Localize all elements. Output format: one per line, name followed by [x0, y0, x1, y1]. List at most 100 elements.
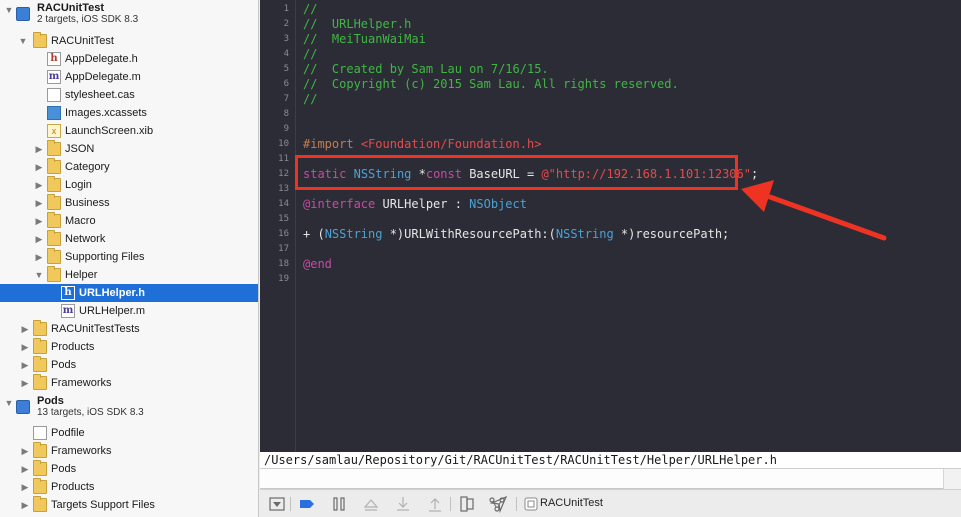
nav-file-appdelegate-h[interactable]: h AppDelegate.h — [0, 50, 258, 68]
code-comment-line: // — [303, 92, 318, 106]
folder-icon — [47, 194, 61, 210]
nav-item-label: URLHelper.m — [79, 305, 146, 317]
disclosure-closed-icon[interactable]: ▶ — [19, 442, 31, 460]
disclosure-closed-icon[interactable]: ▶ — [33, 248, 45, 266]
disclosure-closed-icon[interactable]: ▶ — [33, 194, 45, 212]
nav-file-launchscreen-xib[interactable]: x LaunchScreen.xib — [0, 122, 258, 140]
nav-group-json[interactable]: ▶ JSON — [0, 140, 258, 158]
folder-icon — [33, 496, 47, 512]
nav-item-label: Helper — [65, 269, 98, 281]
nav-file-images-xcassets[interactable]: Images.xcassets — [0, 104, 258, 122]
view-hierarchy-icon[interactable] — [458, 495, 476, 513]
disclosure-closed-icon[interactable]: ▶ — [19, 356, 31, 374]
toolbar-separator — [516, 497, 517, 511]
disclosure-open-icon[interactable]: ▼ — [3, 1, 15, 19]
disclosure-closed-icon[interactable]: ▶ — [19, 374, 31, 392]
disclosure-closed-icon[interactable]: ▶ — [33, 140, 45, 158]
breakpoints-toggle-icon[interactable] — [298, 495, 316, 513]
disclosure-closed-icon[interactable]: ▶ — [19, 478, 31, 496]
disclosure-closed-icon[interactable]: ▶ — [19, 320, 31, 338]
nav-item-label: Frameworks — [51, 377, 112, 389]
horizontal-scroll-area[interactable] — [260, 469, 961, 489]
nav-item-label: JSON — [65, 143, 95, 155]
disclosure-closed-icon[interactable]: ▶ — [19, 338, 31, 356]
step-out-icon[interactable] — [426, 495, 444, 513]
line-number: 13 — [278, 184, 289, 194]
nav-group-racunittest[interactable]: ▼ RACUnitTest — [0, 32, 258, 50]
folder-icon — [33, 442, 47, 458]
nav-file-podfile[interactable]: Podfile — [0, 424, 258, 442]
disclosure-closed-icon[interactable]: ▶ — [19, 496, 31, 514]
interface-builder-file-icon: x — [47, 124, 61, 138]
nav-group-pods[interactable]: ▶ Pods — [0, 356, 258, 374]
nav-file-appdelegate-m[interactable]: m AppDelegate.m — [0, 68, 258, 86]
folder-icon — [47, 212, 61, 228]
nav-group-pods-products[interactable]: ▶ Products — [0, 478, 258, 496]
folder-icon — [47, 266, 61, 282]
project-subtitle: 2 targets, iOS SDK 8.3 — [37, 14, 139, 25]
line-number: 19 — [278, 274, 289, 284]
pause-icon[interactable] — [330, 495, 348, 513]
folder-icon — [33, 374, 47, 390]
disclosure-closed-icon[interactable]: ▶ — [33, 230, 45, 248]
line-number: 14 — [278, 199, 289, 209]
nav-group-login[interactable]: ▶ Login — [0, 176, 258, 194]
nav-group-network[interactable]: ▶ Network — [0, 230, 258, 248]
line-number: 7 — [283, 94, 289, 104]
nav-group-category[interactable]: ▶ Category — [0, 158, 258, 176]
return-type: NSString — [324, 227, 383, 241]
disclosure-closed-icon[interactable]: ▶ — [33, 212, 45, 230]
folder-icon — [47, 230, 61, 246]
disclosure-closed-icon[interactable]: ▶ — [19, 460, 31, 478]
project-row-racunittest[interactable]: ▼ RACUnitTest 2 targets, iOS SDK 8.3 — [0, 1, 258, 29]
nav-group-targets-support-files[interactable]: ▶ Targets Support Files — [0, 496, 258, 514]
nav-group-supporting-files[interactable]: ▶ Supporting Files — [0, 248, 258, 266]
code-comment-line: // — [303, 2, 318, 16]
disclosure-open-icon[interactable]: ▼ — [3, 394, 15, 412]
simulate-location-icon[interactable] — [490, 495, 508, 513]
disclosure-closed-icon[interactable]: ▶ — [33, 158, 45, 176]
nav-group-products[interactable]: ▶ Products — [0, 338, 258, 356]
nav-item-label: Category — [65, 161, 110, 173]
toolbar-separator — [290, 497, 291, 511]
nav-group-business[interactable]: ▶ Business — [0, 194, 258, 212]
nav-group-macro[interactable]: ▶ Macro — [0, 212, 258, 230]
folder-icon — [33, 356, 47, 372]
nav-file-urlhelper-m[interactable]: m URLHelper.m — [0, 302, 258, 320]
xcode-project-icon — [16, 7, 30, 21]
line-number: 11 — [278, 154, 289, 164]
hide-debug-area-icon[interactable] — [268, 495, 286, 513]
implementation-file-icon: m — [47, 70, 61, 84]
step-over-icon[interactable] — [362, 495, 380, 513]
param-type: NSString — [555, 227, 614, 241]
nav-item-label: stylesheet.cas — [65, 89, 135, 101]
project-subtitle: 13 targets, iOS SDK 8.3 — [37, 407, 144, 418]
disclosure-open-icon[interactable]: ▼ — [33, 266, 45, 284]
scrollbar[interactable] — [943, 469, 961, 489]
nav-group-pods-pods[interactable]: ▶ Pods — [0, 460, 258, 478]
line-number: 1 — [283, 4, 289, 14]
project-row-pods[interactable]: ▼ Pods 13 targets, iOS SDK 8.3 — [0, 394, 258, 422]
line-number: 16 — [278, 229, 289, 239]
disclosure-closed-icon[interactable]: ▶ — [33, 176, 45, 194]
nav-group-pods-frameworks[interactable]: ▶ Frameworks — [0, 442, 258, 460]
nav-group-helper[interactable]: ▼ Helper — [0, 266, 258, 284]
nav-group-racunittesttests[interactable]: ▶ RACUnitTestTests — [0, 320, 258, 338]
folder-icon — [33, 338, 47, 354]
source-editor[interactable]: 1 2 3 4 5 6 7 8 9 10 11 12 13 14 15 16 1… — [260, 0, 961, 452]
semicolon: ; — [750, 167, 759, 181]
nav-item-label: Network — [65, 233, 106, 245]
folder-icon — [47, 248, 61, 264]
nav-file-urlhelper-h[interactable]: h URLHelper.h — [0, 284, 258, 302]
file-path-bar: /Users/samlau/Repository/Git/RACUnitTest… — [260, 452, 961, 469]
debug-target-label[interactable]: RACUnitTest — [540, 490, 603, 517]
method-selector: *)URLWithResourcePath:( — [382, 227, 556, 241]
code-comment-line: // MeiTuanWaiMai — [303, 32, 426, 46]
disclosure-open-icon[interactable]: ▼ — [17, 32, 29, 50]
nav-item-label: LaunchScreen.xib — [65, 125, 154, 137]
nav-file-stylesheet[interactable]: stylesheet.cas — [0, 86, 258, 104]
step-into-icon[interactable] — [394, 495, 412, 513]
nav-group-frameworks[interactable]: ▶ Frameworks — [0, 374, 258, 392]
nav-item-label: Pods — [51, 359, 77, 371]
document-icon — [47, 88, 61, 102]
